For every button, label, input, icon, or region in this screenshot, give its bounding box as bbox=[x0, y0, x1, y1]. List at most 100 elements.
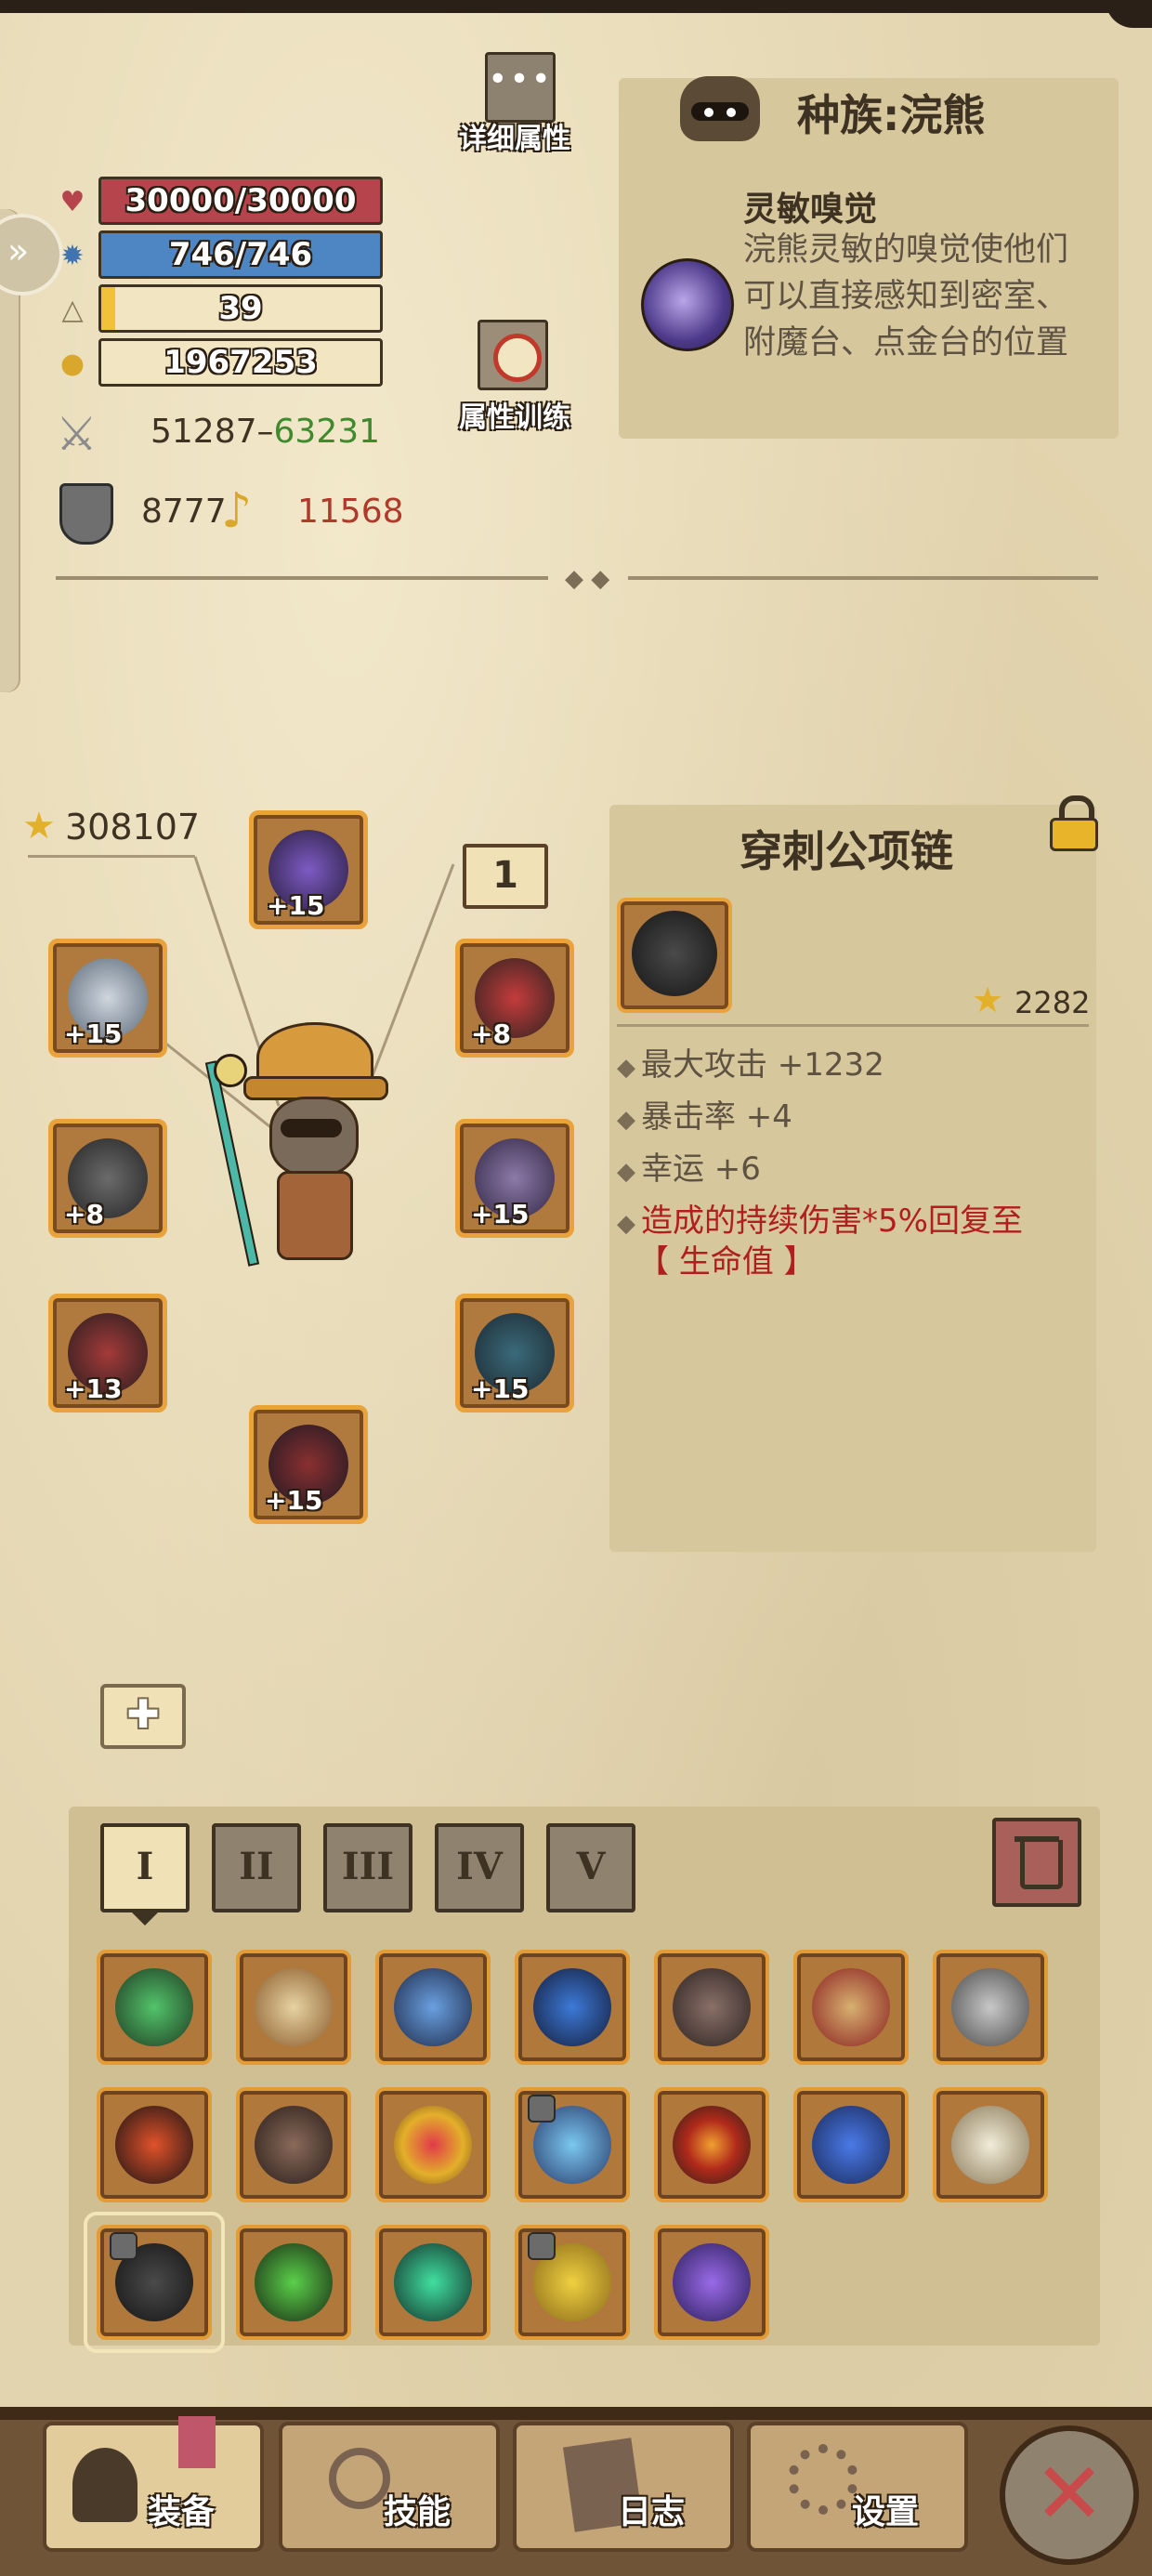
inventory-item[interactable] bbox=[515, 1950, 630, 2065]
level-bar: 39 bbox=[98, 284, 383, 333]
inventory-item[interactable] bbox=[236, 1950, 351, 2065]
close-button[interactable]: ✕ bbox=[1000, 2425, 1139, 2565]
crossed-swords-icon: ⚔ bbox=[56, 407, 98, 461]
target-icon bbox=[493, 334, 542, 382]
inventory-item[interactable] bbox=[793, 1950, 909, 2065]
gold-bar: 1967253 bbox=[98, 338, 383, 387]
item-divider bbox=[617, 1024, 1089, 1027]
blue-armor-icon bbox=[533, 1968, 611, 2046]
ruby-amulet-icon bbox=[394, 2106, 472, 2184]
triangle-icon: △ bbox=[61, 294, 84, 326]
lock-icon[interactable] bbox=[1050, 795, 1100, 851]
equip-slot-boots[interactable]: +15 bbox=[249, 1405, 368, 1524]
item-score: 2282 bbox=[1015, 985, 1091, 1020]
item-stat-text: 幸运 +6 bbox=[641, 1150, 761, 1188]
detail-attributes-label: 详细属性 bbox=[459, 123, 570, 155]
blue-gem-amulet-icon bbox=[812, 2106, 890, 2184]
fire-amulet-icon bbox=[673, 2106, 751, 2184]
pearl-necklace-icon bbox=[951, 2106, 1029, 2184]
chevron-right-icon: » bbox=[7, 230, 30, 271]
divider-right bbox=[628, 576, 1098, 580]
equip-slot-necklace[interactable]: +8 bbox=[455, 939, 574, 1058]
dpad-button[interactable]: ✚ bbox=[100, 1684, 186, 1749]
gear-icon: ✹ bbox=[60, 240, 85, 272]
star-icon: ★ bbox=[972, 979, 1004, 1020]
inventory-item[interactable] bbox=[97, 2087, 212, 2202]
item-special-line: ◆ 造成的持续伤害*5%回复至 bbox=[617, 1203, 1023, 1240]
level-value: 39 bbox=[218, 290, 263, 327]
divider-ornament: ◆ ◆ bbox=[565, 565, 610, 593]
divider-left bbox=[56, 576, 548, 580]
item-special-line-2: 【 生命值 】 bbox=[637, 1243, 816, 1281]
gold-pile-icon: ● bbox=[59, 348, 85, 380]
inventory-item[interactable] bbox=[375, 2087, 491, 2202]
active-tab-ribbon bbox=[178, 2416, 216, 2468]
item-stat-line: ◆ 最大攻击 +1232 bbox=[617, 1046, 884, 1084]
dock-rim bbox=[0, 2407, 1152, 2420]
tab-skills-label: 技能 bbox=[383, 2493, 451, 2531]
heart-icon: ♥ bbox=[59, 186, 85, 218]
inventory-item[interactable] bbox=[654, 2225, 769, 2340]
gold-value: 1967253 bbox=[164, 344, 318, 381]
bag-tab-1[interactable]: I bbox=[100, 1823, 190, 1912]
item-stat-text: 最大攻击 +1232 bbox=[641, 1046, 884, 1084]
tab-skills[interactable]: 技能 bbox=[279, 2422, 500, 2552]
tab-log[interactable]: 日志 bbox=[513, 2422, 734, 2552]
inventory-item[interactable] bbox=[654, 1950, 769, 2065]
equip-slot-armor[interactable]: +15 bbox=[455, 1294, 574, 1413]
trash-icon bbox=[1020, 1840, 1063, 1889]
attribute-training-button[interactable] bbox=[478, 320, 548, 390]
inventory-item[interactable] bbox=[97, 1950, 212, 2065]
bag-tab-5[interactable]: V bbox=[546, 1823, 635, 1912]
inventory-item[interactable] bbox=[375, 1950, 491, 2065]
equip-slot-helm[interactable]: +15 bbox=[249, 810, 368, 929]
raccoon-icon bbox=[680, 76, 760, 141]
item-stat-line: ◆ 暴击率 +4 bbox=[617, 1098, 792, 1136]
inventory-item[interactable] bbox=[933, 2087, 1048, 2202]
lock-icon bbox=[110, 2232, 137, 2260]
race-skill-name: 灵敏嗅觉 bbox=[743, 191, 878, 229]
shield-enhance: +15 bbox=[471, 1199, 530, 1229]
inventory-item-selected[interactable] bbox=[97, 2225, 212, 2340]
bag-tab-2[interactable]: II bbox=[212, 1823, 301, 1912]
delete-button[interactable] bbox=[992, 1818, 1081, 1907]
equip-slot-gloves[interactable]: +13 bbox=[48, 1294, 167, 1413]
necklace-icon bbox=[632, 911, 717, 996]
helm-enhance: +15 bbox=[267, 890, 325, 921]
inventory-item[interactable] bbox=[236, 2225, 351, 2340]
dark-armor-icon bbox=[673, 1968, 751, 2046]
inventory-item[interactable] bbox=[654, 2087, 769, 2202]
leather-armor-icon bbox=[255, 2106, 333, 2184]
inventory-item[interactable] bbox=[793, 2087, 909, 2202]
race-skill-description: 浣熊灵敏的嗅觉使他们可以直接感知到密室、附魔台、点金台的位置 bbox=[743, 231, 1069, 361]
boots-enhance: +15 bbox=[265, 1485, 323, 1516]
item-stat-line: ◆ 幸运 +6 bbox=[617, 1150, 761, 1188]
inventory-item[interactable] bbox=[236, 2087, 351, 2202]
tab-log-label: 日志 bbox=[617, 2493, 685, 2531]
inventory-item[interactable] bbox=[515, 2225, 630, 2340]
weapon-enhance: +8 bbox=[64, 1199, 104, 1229]
tab-settings[interactable]: 设置 bbox=[747, 2422, 968, 2552]
equip-slot-weapon[interactable]: +8 bbox=[48, 1119, 167, 1238]
red-robe-icon bbox=[812, 1968, 890, 2046]
equip-slot-shield[interactable]: +15 bbox=[455, 1119, 574, 1238]
defense-value: 8777 bbox=[141, 493, 227, 531]
inventory-item[interactable] bbox=[933, 1950, 1048, 2065]
raccoon-character bbox=[204, 1022, 414, 1282]
keen-smell-skill-icon[interactable] bbox=[641, 258, 734, 351]
equip-slot-ring[interactable]: +15 bbox=[48, 939, 167, 1058]
shield-icon bbox=[59, 483, 113, 545]
inventory-item[interactable] bbox=[515, 2087, 630, 2202]
bag-tab-4[interactable]: IV bbox=[435, 1823, 524, 1912]
active-tab-indicator bbox=[130, 1911, 160, 1925]
silver-armor-icon bbox=[951, 1968, 1029, 2046]
detail-attributes-button[interactable]: ••• bbox=[485, 52, 556, 123]
chest-armor-icon bbox=[255, 1968, 333, 2046]
bag-tab-3[interactable]: III bbox=[323, 1823, 412, 1912]
inventory-item[interactable] bbox=[375, 2225, 491, 2340]
race-title: 种族:浣熊 bbox=[797, 90, 986, 140]
horn-icon: ♪ bbox=[221, 483, 253, 539]
tab-equipment[interactable]: 装备 bbox=[43, 2422, 264, 2552]
flame-armor-icon bbox=[115, 2106, 193, 2184]
attribute-training-label: 属性训练 bbox=[459, 401, 570, 434]
